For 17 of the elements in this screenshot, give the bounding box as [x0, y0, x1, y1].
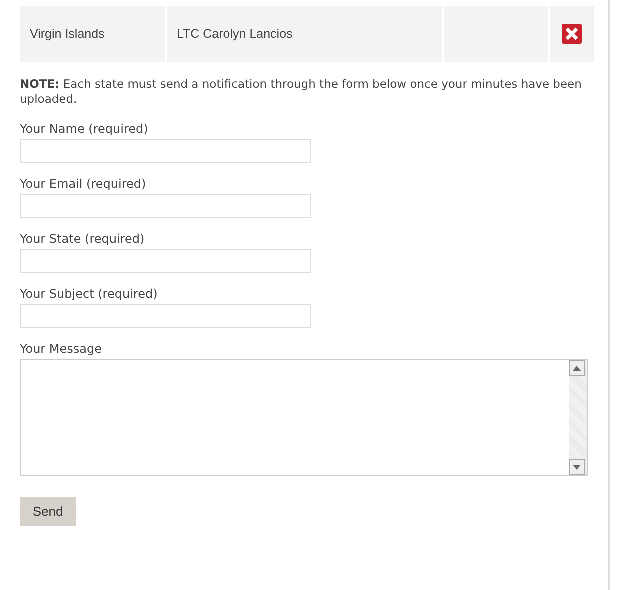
field-label: Your Email (required) — [20, 177, 148, 191]
input-field[interactable] — [20, 194, 311, 218]
scroll-down-icon[interactable] — [569, 459, 585, 475]
table-cell: Virgin Islands — [20, 6, 165, 62]
field-label: Your Name (required) — [20, 122, 150, 136]
input-field[interactable] — [20, 249, 311, 273]
note-text: NOTE: Each state must send a notification through the form below once your minutes have been uploaded. — [20, 77, 583, 107]
delete-icon[interactable] — [562, 24, 582, 44]
message-field[interactable] — [20, 359, 588, 476]
scroll-up-icon[interactable] — [569, 360, 585, 376]
field-label: Your State (required) — [20, 232, 146, 246]
send-button[interactable]: Send — [20, 497, 76, 526]
table-cell: LTC Carolyn Lancios — [167, 6, 442, 62]
input-field[interactable] — [20, 304, 311, 328]
input-field[interactable] — [20, 139, 311, 163]
field-label: Your Subject (required) — [20, 287, 159, 301]
field-label: Your Message — [20, 342, 104, 356]
